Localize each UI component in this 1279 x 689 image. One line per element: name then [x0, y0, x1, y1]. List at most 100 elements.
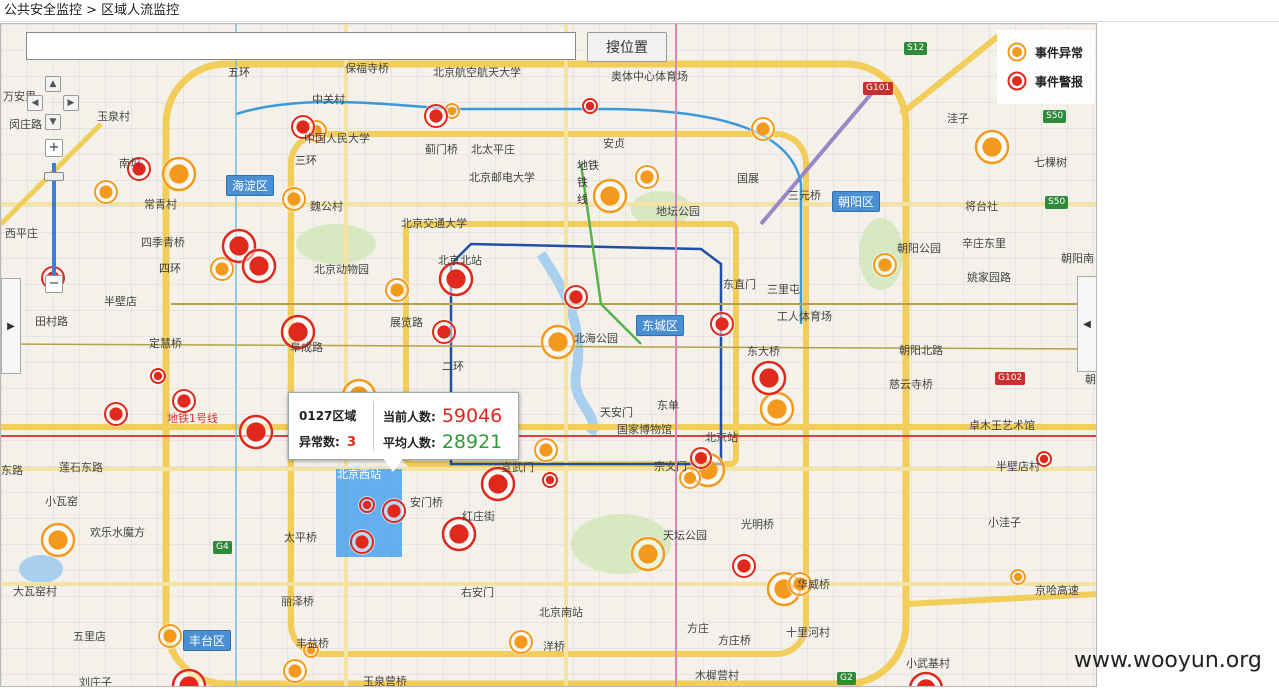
alarm-marker[interactable] [689, 446, 713, 470]
zoom-slider-thumb[interactable] [44, 172, 64, 181]
place-label: 北太平庄 [471, 143, 515, 156]
alarm-marker[interactable] [709, 311, 735, 337]
shield-g102: G102 [995, 372, 1026, 385]
alarm-marker[interactable] [381, 498, 407, 524]
popup-pointer [383, 458, 403, 472]
place-label: 北京南站 [539, 606, 583, 619]
anomaly-marker[interactable] [384, 277, 410, 303]
pan-up-button[interactable]: ▲ [45, 76, 61, 92]
place-label: 朝阳公园 [897, 242, 941, 255]
anomaly-marker[interactable] [533, 437, 559, 463]
place-label: 北京邮电大学 [469, 171, 535, 184]
place-label: 地坛公园 [656, 205, 700, 218]
map-legend: 事件异常 事件警报 [997, 30, 1095, 104]
left-panel-toggle[interactable]: ▶ [1, 278, 21, 374]
anomaly-marker[interactable] [508, 629, 534, 655]
alarm-marker[interactable] [751, 360, 787, 396]
place-label: 北海公园 [574, 332, 618, 345]
place-label: 东单 [657, 399, 679, 412]
place-label: 国家博物馆 [617, 423, 672, 436]
region-info-popup: 0127区域 异常数: 3 当前人数: 59046 平均人数: 28921 [288, 392, 519, 472]
place-label: 保福寺桥 [345, 62, 389, 75]
alarm-marker[interactable] [581, 97, 599, 115]
alarm-marker[interactable] [423, 103, 449, 129]
district-dongcheng[interactable]: 东城区 [636, 315, 685, 336]
breadcrumb: 公共安全监控 > 区域人流监控 [0, 0, 1279, 22]
alarm-marker[interactable] [563, 284, 589, 310]
location-search-input[interactable] [26, 32, 576, 60]
alarm-marker-icon [1007, 71, 1027, 91]
place-label: 北京航空航天大学 [433, 66, 521, 79]
anomaly-marker[interactable] [93, 179, 119, 205]
district-fengtai[interactable]: 丰台区 [183, 630, 232, 651]
pan-right-button[interactable]: ▶ [63, 95, 79, 111]
zoom-out-button[interactable]: − [45, 275, 63, 293]
anomaly-marker[interactable] [282, 658, 308, 684]
legend-label: 事件警报 [1035, 74, 1084, 89]
place-label: 魏公村 [310, 200, 343, 213]
popup-region-name: 0127区域 [299, 409, 357, 423]
map-canvas[interactable]: 海淀区 朝阳区 东城区 丰台区 S12 G101 S50 S50 G102 G4… [0, 23, 1097, 687]
popup-current-row: 当前人数: 59046 [383, 405, 502, 427]
anomaly-marker[interactable] [157, 623, 183, 649]
anomaly-marker[interactable] [630, 536, 666, 572]
place-label: 蓟门桥 [425, 143, 458, 156]
anomaly-marker[interactable] [161, 156, 197, 192]
alarm-marker[interactable] [349, 529, 375, 555]
place-label: 西平庄 [5, 227, 38, 240]
place-label: 将台社 [965, 200, 998, 213]
place-label: 洋桥 [543, 640, 565, 653]
place-label: 地铁1号线 [167, 412, 218, 425]
popup-average-label: 平均人数: [383, 435, 436, 450]
place-label: 天坛公园 [663, 529, 707, 542]
shield-s12: S12 [904, 42, 928, 55]
anomaly-marker[interactable] [759, 391, 795, 427]
anomaly-marker[interactable] [40, 522, 76, 558]
alarm-marker[interactable] [358, 496, 376, 514]
alarm-marker[interactable] [103, 401, 129, 427]
right-panel-toggle[interactable]: ◀ [1077, 276, 1096, 372]
alarm-marker[interactable] [731, 553, 757, 579]
pan-down-button[interactable]: ▼ [45, 114, 61, 130]
anomaly-marker[interactable] [1009, 568, 1027, 586]
district-haidian[interactable]: 海淀区 [226, 175, 275, 196]
district-chaoyang[interactable]: 朝阳区 [832, 191, 881, 212]
place-label: 阜成路 [290, 341, 323, 354]
place-label: 国展 [737, 172, 759, 185]
place-label: 小洼子 [988, 516, 1021, 529]
pan-left-button[interactable]: ◀ [27, 95, 43, 111]
shield-g4: G4 [213, 541, 232, 554]
alarm-marker[interactable] [431, 319, 457, 345]
anomaly-marker[interactable] [872, 252, 898, 278]
place-label: 丽泽桥 [281, 595, 314, 608]
place-label: 小瓦窑 [45, 495, 78, 508]
anomaly-marker[interactable] [540, 324, 576, 360]
place-label: 小武基村 [906, 657, 950, 670]
place-label: 太平桥 [284, 531, 317, 544]
road-label: 五环 [228, 66, 250, 79]
alarm-marker[interactable] [541, 471, 559, 489]
road-label: 三环 [295, 154, 317, 167]
anomaly-marker[interactable] [974, 129, 1010, 165]
popup-anomaly-label: 异常数: [299, 435, 340, 449]
shield-g101: G101 [863, 82, 894, 95]
place-label: 辛庄东里 [962, 237, 1006, 250]
place-label: 朝阳南 [1061, 252, 1094, 265]
popup-current-value: 59046 [441, 405, 503, 427]
place-label: 定慧桥 [149, 337, 182, 350]
road-label: 线 [577, 193, 588, 206]
alarm-marker[interactable] [238, 414, 274, 450]
anomaly-marker[interactable] [592, 178, 628, 214]
alarm-marker[interactable] [241, 248, 277, 284]
anomaly-marker[interactable] [281, 186, 307, 212]
place-label: 卓木王艺术馆 [969, 419, 1035, 432]
popup-average-value: 28921 [441, 431, 503, 453]
zoom-in-button[interactable]: + [45, 139, 63, 157]
place-label: 京哈高速 [1035, 584, 1079, 597]
alarm-marker[interactable] [149, 367, 167, 385]
search-location-button[interactable]: 搜位置 [587, 32, 667, 62]
place-label: 莲石东路 [59, 461, 103, 474]
anomaly-marker[interactable] [634, 164, 660, 190]
place-label: 北京北站 [438, 254, 482, 267]
anomaly-marker[interactable] [750, 116, 776, 142]
